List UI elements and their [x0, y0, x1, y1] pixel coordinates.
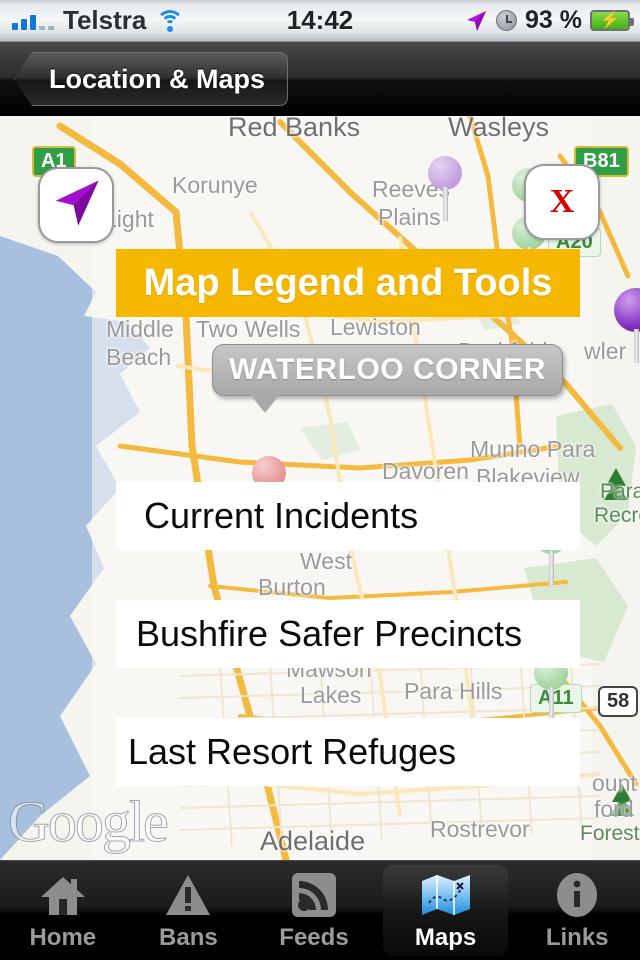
- map-place-label: Adelaide: [260, 826, 366, 856]
- close-legend-button[interactable]: X: [524, 164, 600, 240]
- tab-maps[interactable]: Maps: [382, 865, 509, 956]
- map-place-label: Rostrevor: [430, 816, 530, 842]
- tab-label: Feeds: [279, 923, 349, 951]
- map-place-label: Para: [600, 480, 640, 503]
- close-icon: X: [549, 183, 575, 220]
- legend-label: Current Incidents: [144, 495, 419, 536]
- map-place-label: Two Wells: [196, 316, 301, 342]
- battery-charging-icon: ⚡: [590, 10, 634, 31]
- location-arrow-icon: [464, 9, 488, 33]
- alarm-clock-icon: [496, 10, 518, 31]
- map-place-label: Forest: [580, 822, 640, 845]
- map-place-label: ount: [592, 770, 637, 796]
- rss-icon: [289, 870, 339, 920]
- tab-bans[interactable]: Bans: [126, 861, 252, 960]
- tab-label: Maps: [414, 923, 477, 951]
- clock-label: 14:42: [286, 5, 354, 35]
- folded-map-icon: [421, 870, 471, 920]
- tab-bar: Home Bans Feeds Maps Links: [0, 860, 640, 960]
- legend-row-last-resort-refuges[interactable]: Last Resort Refuges: [116, 718, 580, 786]
- legend-title: Map Legend and Tools: [116, 249, 580, 317]
- map-road-shield: 58: [598, 686, 639, 717]
- legend-label: Bushfire Safer Precincts: [136, 613, 523, 654]
- map-place-label: Munno Para: [470, 436, 596, 462]
- info-circle-icon: [552, 870, 602, 920]
- tab-feeds[interactable]: Feeds: [251, 861, 377, 960]
- google-watermark: Google: [8, 789, 170, 855]
- map-view[interactable]: Red Banks Wasleys Korunye Reeves Plains Light…: [0, 116, 640, 860]
- map-place-label: Beach: [106, 344, 172, 370]
- tab-label: Bans: [159, 923, 218, 951]
- location-arrow-icon: [49, 176, 103, 235]
- map-place-label: Para Hills: [404, 678, 503, 704]
- map-place-label: ford: [594, 796, 634, 822]
- tab-home[interactable]: Home: [0, 861, 126, 960]
- map-pin[interactable]: [614, 288, 640, 363]
- house-icon: [38, 870, 88, 920]
- map-place-label: Korunye: [172, 172, 258, 198]
- map-place-label: Burton: [258, 574, 326, 600]
- map-place-label: Davoren: [382, 458, 469, 484]
- status-bar: Telstra 14:42 93 % ⚡: [0, 0, 640, 42]
- map-place-label: Wasleys: [448, 116, 550, 142]
- status-bar-center: 14:42: [0, 5, 640, 36]
- back-button[interactable]: Location & Maps: [14, 52, 289, 106]
- map-place-label: Lakes: [300, 682, 362, 708]
- app-screen: Telstra 14:42 93 % ⚡ Location & Maps Red…: [0, 0, 640, 960]
- map-place-label: Recreat: [594, 504, 640, 527]
- map-place-label: West: [300, 548, 352, 574]
- navigation-bar: Location & Maps: [0, 42, 640, 116]
- map-callout[interactable]: WATERLOO CORNER: [212, 344, 563, 413]
- map-place-label: Red Banks: [228, 116, 361, 142]
- tab-label: Home: [29, 923, 97, 951]
- map-place-label: Middle: [106, 316, 174, 342]
- legend-label: Last Resort Refuges: [128, 731, 457, 772]
- tab-label: Links: [545, 923, 609, 951]
- map-place-label: Lewiston: [330, 314, 421, 340]
- map-pin[interactable]: [428, 156, 462, 221]
- locate-me-button[interactable]: [38, 167, 114, 243]
- legend-row-bushfire-safer-precincts[interactable]: Bushfire Safer Precincts: [116, 600, 580, 668]
- tab-links[interactable]: Links: [514, 861, 640, 960]
- warning-triangle-icon: [163, 870, 213, 920]
- legend-row-current-incidents[interactable]: Current Incidents: [116, 482, 580, 550]
